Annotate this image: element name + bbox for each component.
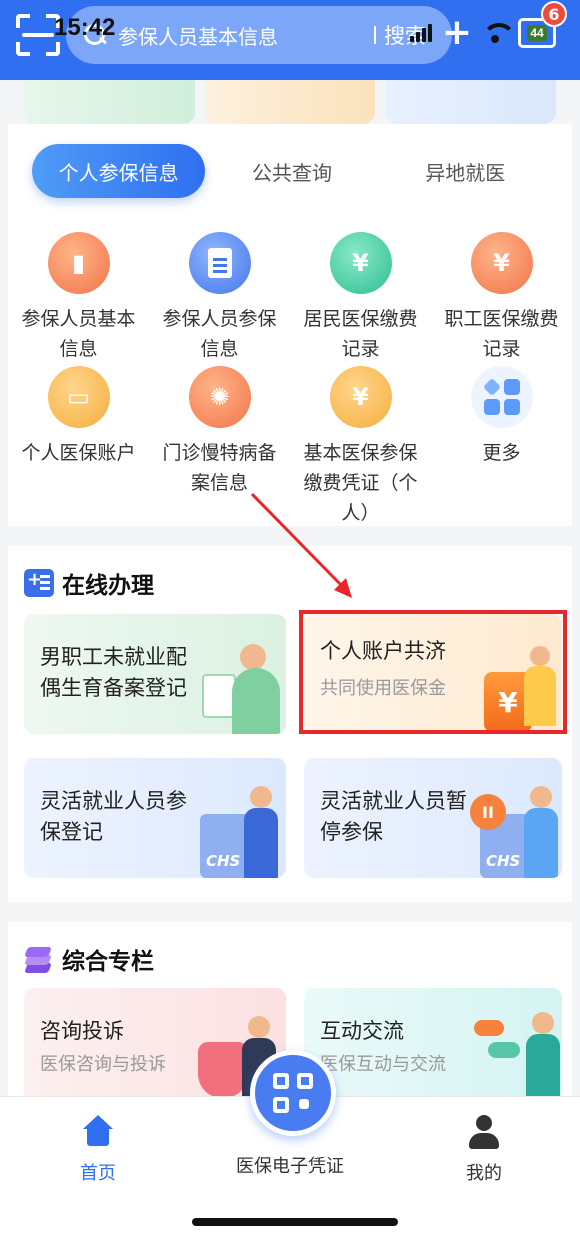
- medical-kit-icon: [24, 569, 54, 597]
- tab-bar: 个人参保信息 公共查询 异地就医: [32, 144, 552, 198]
- tab-personal-insurance[interactable]: 个人参保信息: [32, 144, 206, 198]
- tab-public-query[interactable]: 公共查询: [205, 157, 378, 186]
- service-label: 参保人员参保信息: [162, 308, 277, 360]
- service-item-more[interactable]: 更多: [431, 366, 572, 468]
- worker-chs-illustration: CHS: [196, 786, 284, 878]
- service-label: 门诊慢特病备案信息: [162, 442, 277, 494]
- banner-1[interactable]: [24, 80, 195, 124]
- document-icon: [188, 232, 251, 294]
- service-item-resident-payment[interactable]: ¥ 居民医保缴费记录: [290, 232, 431, 364]
- card-title: 灵活就业人员暂停参保: [320, 789, 467, 844]
- status-area: + 44 6: [409, 1, 567, 51]
- yuan-voucher-icon: ¥: [329, 366, 392, 428]
- card-title: 互动交流: [320, 1019, 404, 1043]
- person-card-icon: ▮: [47, 232, 110, 294]
- banner-strip: [24, 80, 557, 124]
- online-section: 在线办理 男职工未就业配偶生育备案登记 个人账户共济 共同使用医保金 ¥ 灵活就…: [8, 546, 572, 902]
- card-title: 咨询投诉: [40, 1019, 124, 1043]
- layers-icon: [24, 945, 54, 973]
- card-title: 灵活就业人员参保登记: [40, 789, 187, 844]
- comprehensive-section-title: 综合专栏: [24, 942, 154, 976]
- service-label: 参保人员基本信息: [21, 308, 136, 360]
- nav-voucher-label[interactable]: 医保电子凭证: [0, 1152, 580, 1178]
- service-item-insurance-info[interactable]: 参保人员参保信息: [149, 232, 290, 364]
- notification-badge: 6: [541, 1, 567, 27]
- wallet-icon: ▭: [47, 366, 110, 428]
- banner-2[interactable]: [204, 80, 376, 124]
- card-spouse-birth-filing[interactable]: 男职工未就业配偶生育备案登记: [24, 614, 286, 734]
- card-flexible-employment-suspend[interactable]: 灵活就业人员暂停参保 CHS II: [304, 758, 562, 878]
- comprehensive-title-text: 综合专栏: [62, 949, 154, 975]
- service-label: 基本医保参保缴费凭证（个人）: [303, 442, 418, 524]
- home-indicator: [192, 1218, 398, 1226]
- yuan-receipt-icon: ¥: [470, 232, 533, 294]
- wifi-icon: [482, 23, 516, 43]
- search-placeholder: 参保人员基本信息: [118, 24, 278, 49]
- service-item-payment-voucher[interactable]: ¥ 基本医保参保缴费凭证（个人）: [290, 366, 431, 528]
- tab-remote-medical[interactable]: 异地就医: [379, 157, 552, 186]
- search-divider: [374, 26, 376, 44]
- more-grid-icon: [470, 366, 533, 428]
- message-button[interactable]: 44 6: [518, 1, 567, 48]
- card-subtitle: 医保咨询与投诉: [40, 1054, 166, 1075]
- service-item-personal-account[interactable]: ▭ 个人医保账户: [8, 366, 149, 468]
- service-label: 居民医保缴费记录: [303, 308, 418, 360]
- search-bar[interactable]: 参保人员基本信息 搜索: [66, 6, 452, 64]
- service-label: 个人医保账户: [21, 442, 136, 464]
- top-bar: 参保人员基本信息 搜索 15:42 + 44 6: [0, 0, 580, 80]
- virus-icon: ✺: [188, 366, 251, 428]
- service-item-employee-payment[interactable]: ¥ 职工医保缴费记录: [431, 232, 572, 364]
- card-flexible-employment-register[interactable]: 灵活就业人员参保登记 CHS: [24, 758, 286, 878]
- status-time: 15:42: [54, 14, 116, 41]
- service-label: 更多: [482, 442, 521, 464]
- app-page: 参保人员基本信息 搜索 15:42 + 44 6 个人参保信息 公共查询 异地就…: [0, 0, 580, 1238]
- yuan-receipt-icon: ¥: [329, 232, 392, 294]
- online-title-text: 在线办理: [62, 573, 154, 599]
- signal-icon: [409, 24, 432, 42]
- service-panel: 个人参保信息 公共查询 异地就医 ▮ 参保人员基本信息 参保人员参保信息 ¥ 居…: [8, 124, 572, 526]
- highlight-box: [299, 610, 567, 734]
- card-subtitle: 医保互动与交流: [320, 1054, 446, 1075]
- add-icon[interactable]: +: [442, 15, 472, 51]
- online-section-title: 在线办理: [24, 566, 154, 600]
- battery-indicator: 44: [527, 25, 547, 41]
- qr-code-button[interactable]: [250, 1050, 336, 1136]
- home-icon: [81, 1115, 115, 1149]
- user-icon: [467, 1115, 501, 1149]
- service-item-chronic-disease[interactable]: ✺ 门诊慢特病备案信息: [149, 366, 290, 498]
- banner-3[interactable]: [385, 80, 557, 124]
- chat-illustration: [470, 1008, 560, 1102]
- card-title: 男职工未就业配偶生育备案登记: [40, 645, 187, 700]
- service-item-basic-info[interactable]: ▮ 参保人员基本信息: [8, 232, 149, 364]
- service-label: 职工医保缴费记录: [444, 308, 559, 360]
- card-interaction[interactable]: 互动交流 医保互动与交流: [304, 988, 562, 1102]
- pregnant-woman-illustration: [194, 644, 284, 734]
- pause-chs-illustration: CHS II: [470, 786, 560, 878]
- card-consult-complaint[interactable]: 咨询投诉 医保咨询与投诉: [24, 988, 286, 1102]
